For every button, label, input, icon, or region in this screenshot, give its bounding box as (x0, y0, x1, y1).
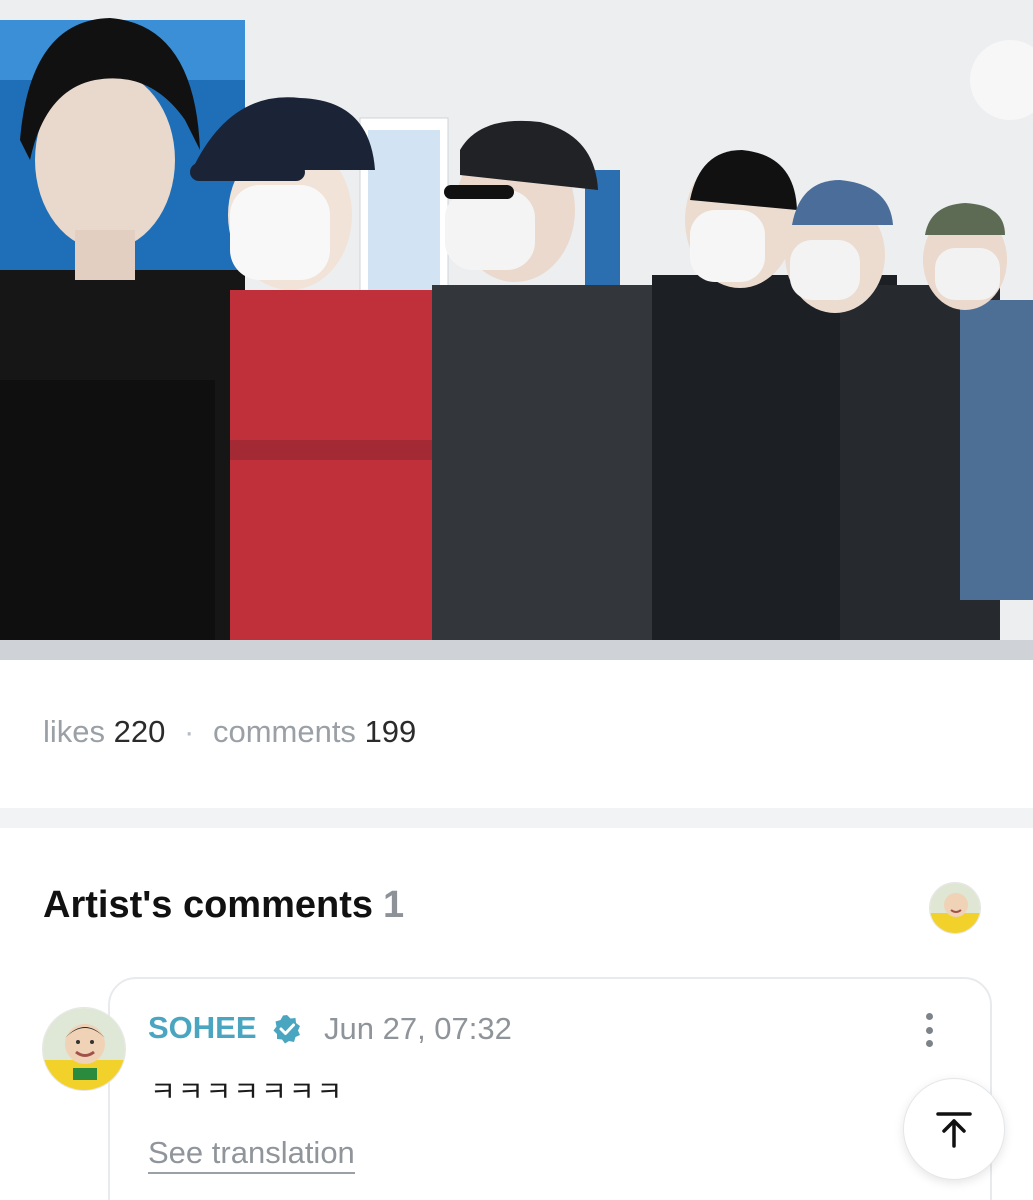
comment-date: Jun 27, 07:32 (324, 1011, 512, 1046)
arrow-up-to-top-icon (936, 1112, 972, 1148)
more-dot (925, 1013, 933, 1020)
post-stats: likes 220 · comments 199 (43, 714, 416, 750)
comments-label[interactable]: comments (213, 714, 356, 749)
avatar-image (43, 1008, 125, 1090)
comments-count[interactable]: 199 (365, 714, 417, 749)
see-translation-link[interactable]: See translation (148, 1135, 355, 1175)
section-divider (0, 808, 1033, 828)
comment-text: ㅋㅋㅋㅋㅋㅋㅋ (150, 1076, 345, 1107)
artist-comments-label: Artist's comments (43, 884, 374, 926)
stats-separator: · (184, 714, 195, 749)
artist-comments-title: Artist's comments 1 (43, 884, 404, 927)
more-dot (925, 1026, 933, 1034)
artist-avatar-small[interactable] (929, 882, 981, 934)
more-dot (925, 1040, 933, 1047)
likes-count[interactable]: 220 (114, 714, 166, 749)
group-photo-illustration (0, 0, 1033, 660)
avatar-image (930, 883, 980, 933)
more-vertical-icon[interactable] (914, 1010, 944, 1050)
commenter-avatar[interactable] (42, 1007, 126, 1091)
likes-label[interactable]: likes (43, 714, 105, 749)
verified-badge-icon (273, 1015, 300, 1044)
scroll-to-top-button[interactable] (903, 1078, 1005, 1180)
post-photo[interactable] (0, 0, 1033, 660)
artist-comments-count: 1 (383, 884, 405, 926)
post-page: likes 220 · comments 199 Artist's commen… (0, 0, 1033, 1200)
comment-author[interactable]: SOHEE (148, 1010, 257, 1046)
